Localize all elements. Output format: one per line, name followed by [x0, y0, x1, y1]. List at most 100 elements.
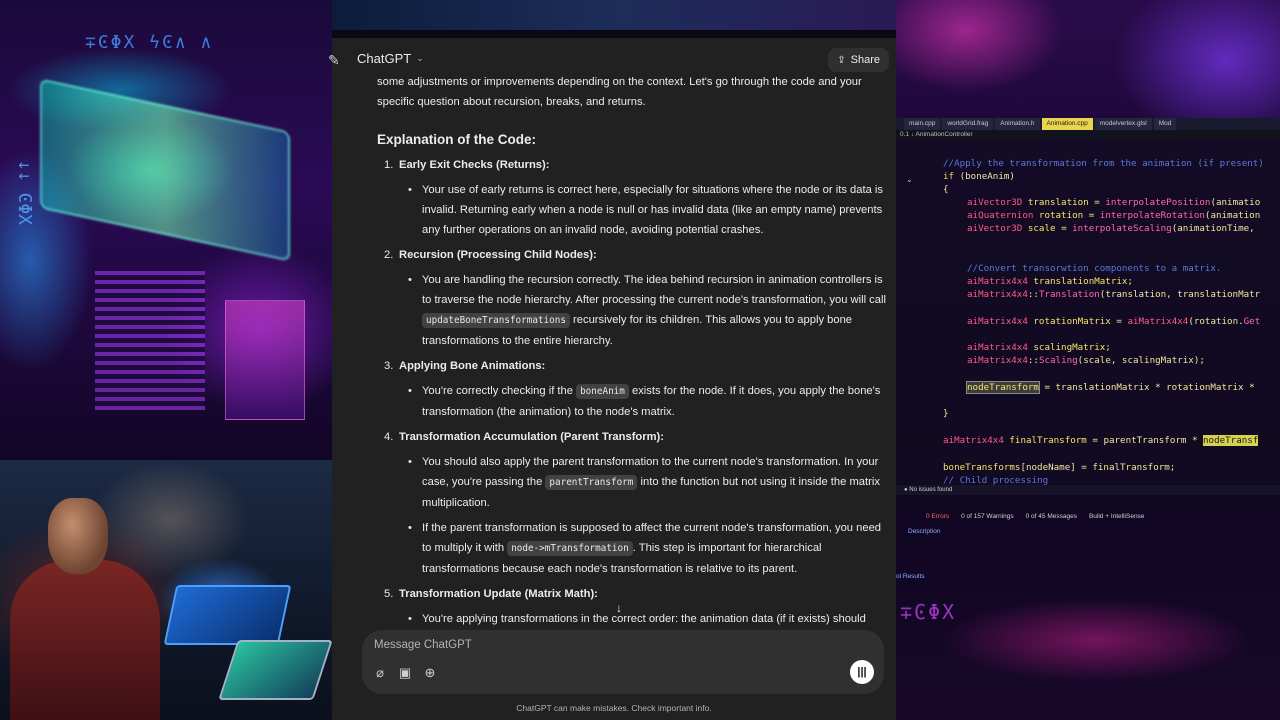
code-line: aiVector3D scale = interpolateScaling(an… [967, 223, 1255, 234]
screen: ∓ϾΦΧ ϟϾ∧ ∧ ↓↓ ϾΦΧ ∓ϾΦΧ main.cpp worldGrid… [0, 0, 1280, 720]
ide-tab[interactable]: Mod [1153, 118, 1177, 130]
ide-tab[interactable]: Animation.cpp [1041, 118, 1093, 130]
code-line: //Apply the transformation from the anim… [943, 158, 1264, 169]
code-line: aiVector3D translation = interpolatePosi… [967, 197, 1261, 208]
bullet-text: Your use of early returns is correct her… [422, 184, 883, 236]
explanation-list: 1. Early Exit Checks (Returns): Your use o… [377, 155, 887, 630]
code-line: } [943, 408, 949, 419]
message-composer[interactable]: Message ChatGPT ⌀ ▣ ⊕ ||| [362, 630, 884, 694]
scroll-down-arrow-icon[interactable]: ↓ [609, 598, 629, 618]
chatgpt-window: ✎ ChatGPT ⌄ ⇪ Share some adjustments or … [328, 38, 896, 720]
code-line: // Child processing [943, 475, 1049, 485]
bullet-item: You are handling the recursion correctly… [399, 270, 887, 351]
ide-status-bar: ● No issues found [896, 485, 1280, 495]
neon-vertical-glyphs: ↓↓ ϾΦΧ [14, 160, 35, 226]
laptop-screen [163, 585, 292, 645]
ide-tab[interactable]: main.cpp [904, 118, 941, 130]
bullet-item: You're applying transformations in the c… [399, 609, 887, 630]
item-number: 1. [384, 159, 394, 171]
build-filter[interactable]: Build + IntelliSense [1089, 511, 1144, 523]
ide-tab[interactable]: modelvertex.glsl [1094, 118, 1152, 130]
ide-tab-bar: main.cpp worldGrid.frag Animation.h Animati… [896, 118, 1280, 130]
globe-icon[interactable]: ⊕ [421, 664, 439, 682]
bullet-text: You're correctly checking if the [422, 385, 577, 397]
errors-filter[interactable]: 0 Errors [926, 511, 949, 523]
item-number: 5. [384, 588, 394, 600]
webcam-feed [0, 460, 332, 720]
code-line: aiMatrix4x4 scalingMatrix; [967, 342, 1111, 353]
background-strip [332, 0, 897, 30]
disclaimer: ChatGPT can make mistakes. Check importa… [516, 703, 712, 713]
message-input[interactable]: Message ChatGPT [374, 639, 472, 651]
inline-code: node->mTransformation [507, 541, 633, 556]
ide-error-list-bar: 0 Errors 0 of 157 Warnings 0 of 45 Messa… [896, 511, 1280, 523]
code-line: aiMatrix4x4::Translation(translation, tr… [967, 289, 1261, 300]
neon-sign [40, 78, 290, 262]
description-column-header[interactable]: Description [908, 528, 941, 535]
item-title: Early Exit Checks (Returns): [399, 159, 550, 171]
bullet-list: You should also apply the parent transfo… [399, 452, 887, 579]
ide-tab[interactable]: worldGrid.frag [942, 118, 994, 130]
share-icon: ⇪ [837, 54, 846, 66]
neon-glyphs: ∓ϾΦΧ ϟϾ∧ ∧ [85, 32, 214, 53]
item-title: Transformation Update (Matrix Math): [399, 588, 598, 600]
inline-code: updateBoneTransformations [422, 313, 570, 328]
share-button[interactable]: ⇪ Share [828, 48, 889, 72]
neon-shutter [95, 270, 205, 410]
bullet-item: Your use of early returns is correct her… [399, 180, 887, 240]
intro-paragraph: some adjustments or improvements dependi… [377, 76, 862, 108]
code-line: aiMatrix4x4 finalTransform = parentTrans… [943, 435, 1259, 446]
bullet-item: You're correctly checking if the boneAni… [399, 381, 887, 422]
share-label: Share [850, 54, 880, 66]
inline-code: boneAnim [576, 384, 629, 399]
bullet-list: Your use of early returns is correct her… [399, 180, 887, 240]
bullet-text: You are handling the recursion correctly… [422, 274, 886, 306]
ide-tab[interactable]: Animation.h [995, 118, 1040, 130]
item-title: Applying Bone Animations: [399, 360, 546, 372]
explanation-item: 1. Early Exit Checks (Returns): Your use o… [377, 155, 887, 240]
code-line: aiMatrix4x4 translationMatrix; [967, 276, 1133, 287]
bullet-list: You're correctly checking if the boneAni… [399, 381, 887, 422]
bullet-list: You are handling the recursion correctly… [399, 270, 887, 351]
item-title: Recursion (Processing Child Nodes): [399, 249, 597, 261]
item-number: 3. [384, 360, 394, 372]
explanation-item: 4. Transformation Accumulation (Parent Tr… [377, 427, 887, 579]
inline-code: parentTransform [545, 475, 638, 490]
explanation-item: 3. Applying Bone Animations: You're correc… [377, 356, 887, 422]
bullet-text: You're applying transformations in the c… [422, 613, 866, 625]
explanation-item: 5. Transformation Update (Matrix Math): Yo… [377, 584, 887, 630]
code-line: { [943, 184, 949, 195]
model-selector[interactable]: ChatGPT ⌄ [357, 51, 424, 66]
model-label: ChatGPT [357, 51, 412, 66]
person-head [48, 498, 108, 574]
person-body [10, 560, 160, 720]
item-number: 4. [384, 431, 394, 443]
bullet-list: You're applying transformations in the c… [399, 609, 887, 630]
code-line: aiQuaternion rotation = interpolateRotat… [967, 210, 1261, 221]
results-tab[interactable]: ol Results [896, 573, 925, 580]
code-line: aiMatrix4x4 rotationMatrix = aiMatrix4x4… [967, 316, 1261, 327]
explanation-item: 2. Recursion (Processing Child Nodes): You… [377, 245, 887, 351]
fold-chevron-icon[interactable]: ⌄ [906, 175, 913, 184]
attach-icon[interactable]: ⌀ [371, 664, 389, 682]
code-line: aiMatrix4x4::Scaling(scale, scalingMatri… [967, 355, 1205, 366]
background-neon-street-left: ∓ϾΦΧ ϟϾ∧ ∧ ↓↓ ϾΦΧ [0, 0, 332, 460]
chevron-down-icon: ⌄ [416, 53, 424, 63]
assistant-message: some adjustments or improvements dependi… [377, 72, 887, 630]
bullet-item: If the parent transformation is supposed… [399, 518, 887, 579]
voice-mode-button[interactable]: ||| [850, 660, 874, 684]
explanation-heading: Explanation of the Code: [377, 132, 537, 147]
messages-filter[interactable]: 0 of 45 Messages [1026, 511, 1077, 523]
neon-glyphs-right: ∓ϾΦΧ [900, 600, 957, 624]
ide-code-editor[interactable]: ⌄ //Apply the transformation from the an… [896, 140, 1280, 485]
code-line: //Convert transorwtion components to a m… [967, 263, 1222, 274]
laptop-screen-secondary [218, 640, 332, 700]
code-line: nodeTransform = translationMatrix * rota… [966, 381, 1255, 394]
code-line: if (boneAnim) [943, 171, 1015, 182]
item-number: 2. [384, 249, 394, 261]
edit-icon[interactable]: ✎ [328, 52, 344, 68]
item-title: Transformation Accumulation (Parent Tran… [399, 431, 665, 443]
warnings-filter[interactable]: 0 of 157 Warnings [961, 511, 1014, 523]
tools-icon[interactable]: ▣ [396, 664, 414, 682]
ide-breadcrumb[interactable]: 0.1 ↓ AnimationController [896, 130, 1280, 140]
